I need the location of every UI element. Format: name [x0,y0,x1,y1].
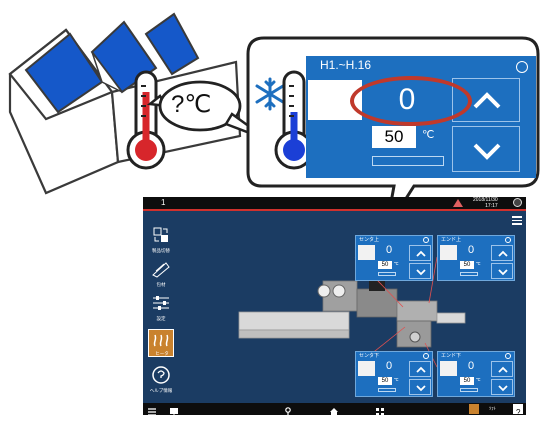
zone-setpoint-input[interactable]: 50 [378,261,392,269]
zone-panel-center-lower: センタ下 0 50 ℃ [355,351,433,397]
chevron-up-icon [416,250,426,257]
zone-unit: ℃ [394,261,399,266]
zone-title: エンド下 [441,353,462,359]
zone-decrease-button[interactable] [491,263,513,279]
grid-icon[interactable] [375,404,385,415]
zone-decrease-button[interactable] [409,263,431,279]
zone-current-temp: 0 [385,360,393,372]
zone-title: センタ下 [359,353,380,359]
zoom-decrease-button[interactable] [452,126,520,172]
chevron-down-icon [416,269,426,276]
zone-panel-end-lower: エンド下 0 50 ℃ [437,351,515,397]
zone-decrease-button[interactable] [491,379,513,395]
zone-title: センタ上 [359,237,380,243]
bottom-label: ｿﾌﾄ [489,406,496,411]
zone-increase-button[interactable] [409,361,431,377]
zoom-panel-title: H1.~H.16 [320,58,372,72]
chevron-up-icon [498,366,508,373]
zone-unit: ℃ [394,377,399,382]
zone-image [440,361,457,376]
chevron-down-icon [473,143,501,160]
chevron-up-icon [498,250,508,257]
zoom-level-bar [372,156,444,166]
zone-current-temp: 0 [385,244,393,256]
zone-increase-button[interactable] [409,245,431,261]
zone-status-indicator [423,353,429,359]
zone-decrease-button[interactable] [409,379,431,395]
chevron-down-icon [498,385,508,392]
chevron-up-icon [416,366,426,373]
chevron-down-icon [498,269,508,276]
zone-level-bar [378,272,396,276]
zone-setpoint-input[interactable]: 50 [460,377,474,385]
help-shortcut-icon[interactable]: ? [513,404,523,415]
hmi-bottom-bar: ｿﾌﾄ ? [143,403,526,415]
zone-status-indicator [505,237,511,243]
chevron-down-icon [416,385,426,392]
zoom-setpoint-input[interactable]: 50 [372,126,416,148]
list-icon[interactable] [147,404,157,415]
zone-image [358,245,375,260]
zoom-unit-label: ℃ [422,129,435,141]
zone-level-bar [460,388,478,392]
zone-unit: ℃ [476,377,481,382]
svg-text:?: ? [516,408,521,415]
zone-image [440,245,457,260]
zone-increase-button[interactable] [491,245,513,261]
home-icon[interactable] [329,404,339,415]
zone-setpoint-input[interactable]: 50 [378,377,392,385]
bubble-text: ?℃ [171,91,212,118]
zone-panel-center-upper: センタ上 0 50 ℃ [355,235,433,281]
key-icon[interactable] [283,404,293,415]
zone-level-bar [378,388,396,392]
zone-title: エンド上 [441,237,462,243]
zone-setpoint-input[interactable]: 50 [460,261,474,269]
zone-status-indicator [423,237,429,243]
zoom-status-indicator [516,61,528,73]
heater-shortcut-icon[interactable] [469,404,479,414]
zone-increase-button[interactable] [491,361,513,377]
zone-current-temp: 0 [467,244,475,256]
zone-panel-end-upper: エンド上 0 50 ℃ [437,235,515,281]
highlight-ellipse [350,76,472,126]
zone-current-temp: 0 [467,360,475,372]
machine-hmi-screen: 1 2018/11/30 17:17 製品切替 包材 設定 ヒータ ヘルプ情報 … [143,197,526,415]
monitor-icon[interactable] [169,404,179,415]
zone-image [358,361,375,376]
zone-status-indicator [505,353,511,359]
zone-unit: ℃ [476,261,481,266]
zone-level-bar [460,272,478,276]
